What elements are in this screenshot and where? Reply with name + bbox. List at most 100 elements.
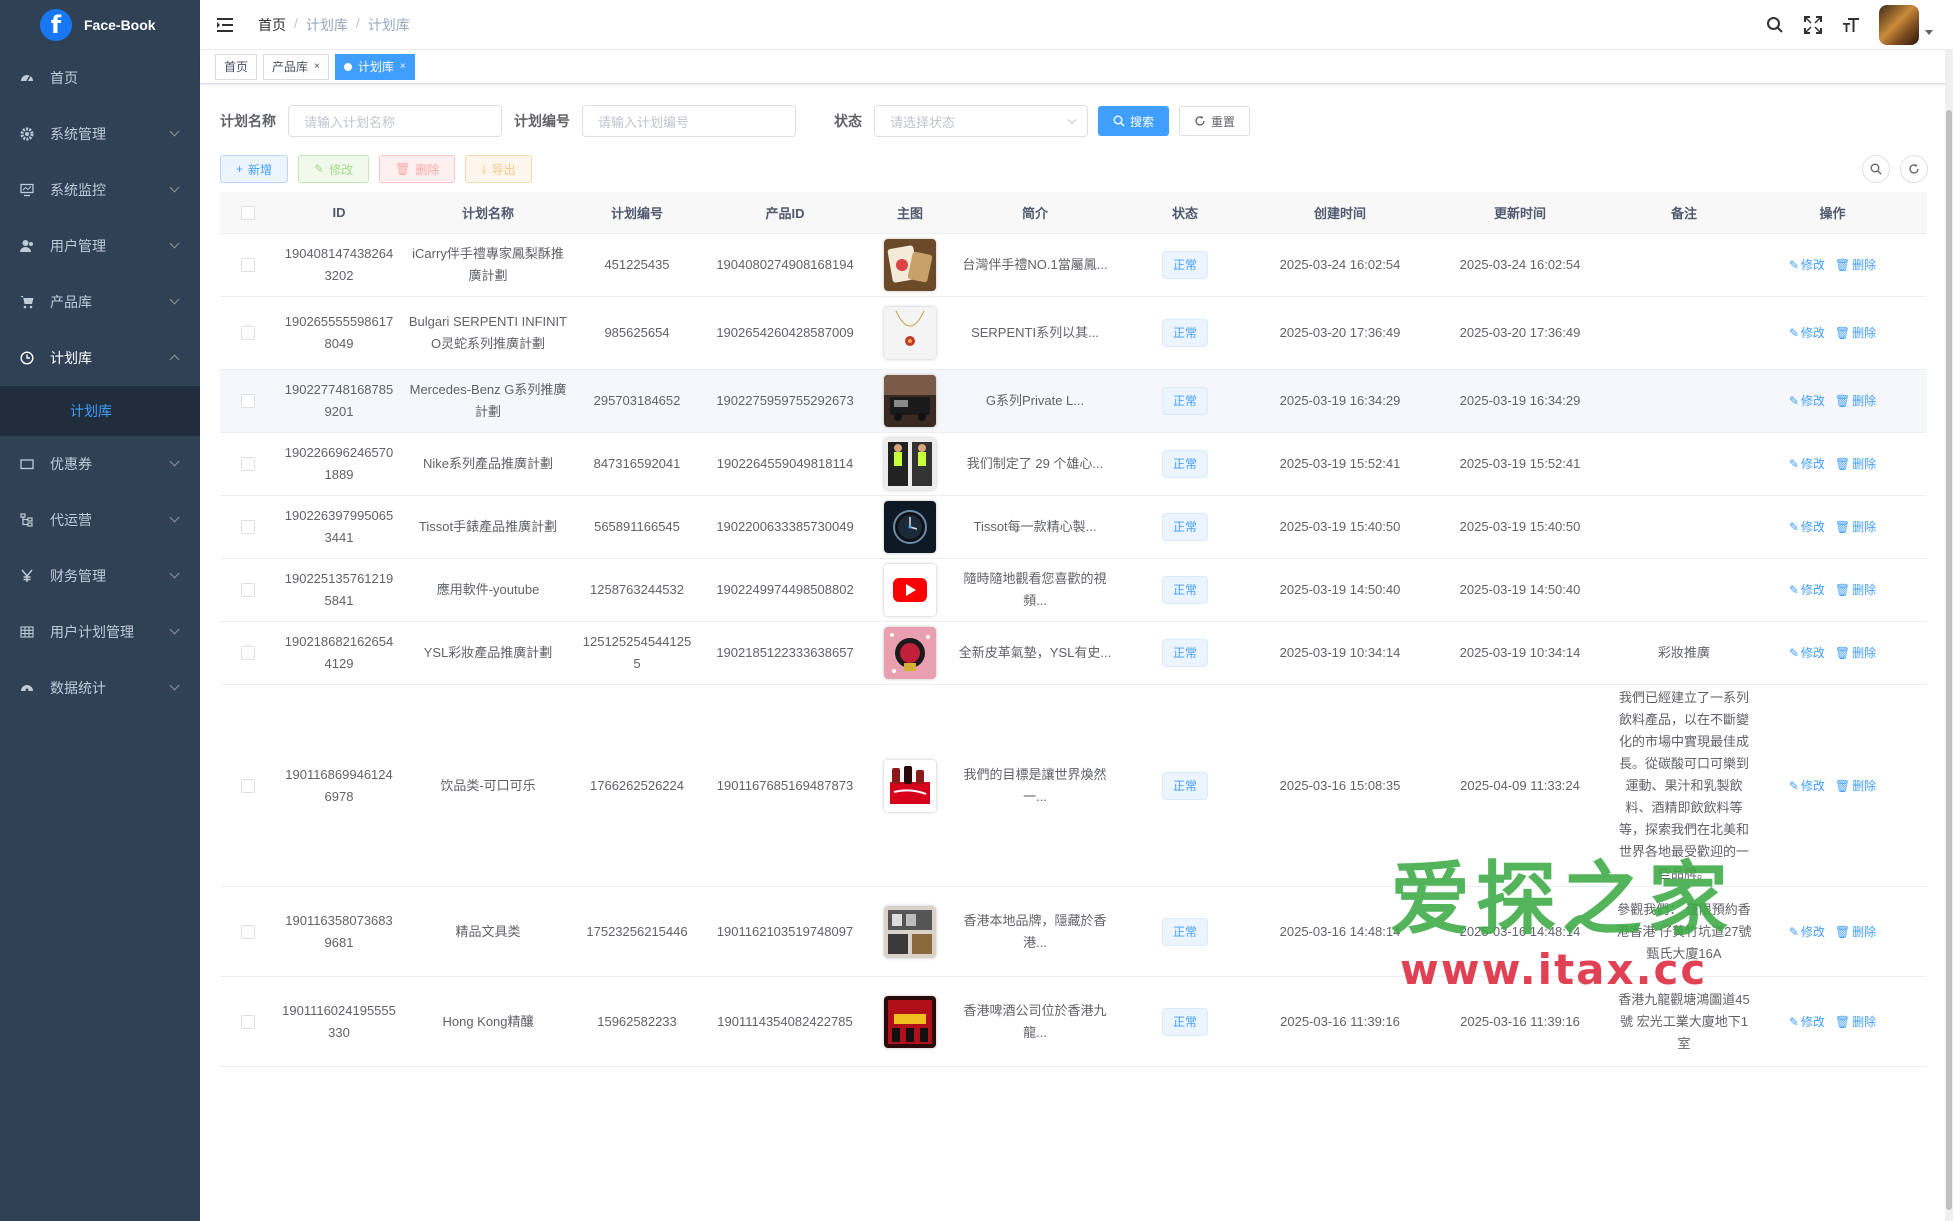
avatar[interactable]: [1879, 5, 1919, 45]
sidebar-item-10[interactable]: 数据统计: [0, 660, 200, 716]
table-row[interactable]: 1901163580736839681 精品文具类 17523256215446 19…: [220, 887, 1927, 977]
table-row[interactable]: 1902263979950653441 Tissot手錶產品推廣計劃 5658911…: [220, 496, 1927, 559]
table-row[interactable]: 1902186821626544129 YSL彩妝產品推廣計劃 1251252545…: [220, 622, 1927, 685]
row-delete-link[interactable]: 🗑 删除: [1835, 453, 1876, 475]
row-delete-link[interactable]: 🗑 删除: [1835, 642, 1876, 664]
row-delete-link[interactable]: 🗑 删除: [1835, 322, 1876, 344]
col-ops[interactable]: 操作: [1758, 203, 1907, 222]
row-edit-link[interactable]: ✎ 修改: [1789, 453, 1825, 475]
plan-name-input[interactable]: 请输入计划名称: [288, 105, 502, 137]
font-size-icon[interactable]: [1841, 15, 1861, 35]
col-id[interactable]: ID: [276, 205, 402, 220]
row-delete-link[interactable]: 🗑 删除: [1835, 775, 1876, 797]
product-thumbnail[interactable]: [884, 564, 936, 616]
scrollbar-thumb[interactable]: [1946, 110, 1952, 1210]
status-select[interactable]: 请选择状态: [874, 105, 1088, 137]
row-checkbox[interactable]: [241, 778, 255, 793]
col-name[interactable]: 计划名称: [402, 203, 574, 222]
row-delete-link[interactable]: 🗑 删除: [1835, 254, 1876, 276]
sidebar-item-2[interactable]: 系统监控: [0, 162, 200, 218]
fullscreen-icon[interactable]: [1803, 15, 1823, 35]
row-checkbox[interactable]: [241, 1014, 255, 1029]
row-edit-link[interactable]: ✎ 修改: [1789, 1011, 1825, 1033]
row-edit-link[interactable]: ✎ 修改: [1789, 921, 1825, 943]
caret-down-icon[interactable]: [1925, 29, 1933, 35]
table-row[interactable]: 1901168699461246978 饮品类-可口可乐 1766262526224…: [220, 685, 1927, 887]
product-thumbnail[interactable]: [884, 995, 936, 1048]
select-all-checkbox[interactable]: [241, 205, 255, 220]
sidebar-item-5[interactable]: 计划库: [0, 330, 200, 386]
col-created[interactable]: 创建时间: [1250, 203, 1430, 222]
search-button[interactable]: 搜索: [1098, 106, 1170, 136]
row-edit-link[interactable]: ✎ 修改: [1789, 516, 1825, 538]
sidebar-item-4[interactable]: 产品库: [0, 274, 200, 330]
row-delete-link[interactable]: 🗑 删除: [1835, 921, 1876, 943]
sidebar-item-1[interactable]: 系统管理: [0, 106, 200, 162]
reset-button[interactable]: 重置: [1179, 106, 1251, 136]
product-thumbnail[interactable]: [884, 627, 936, 679]
tag-product-lib[interactable]: 产品库 ×: [263, 53, 329, 80]
tag-plan-lib[interactable]: 计划库 ×: [334, 53, 415, 80]
table-row[interactable]: 1902655555986178049 Bulgari SERPENTI INFI…: [220, 297, 1927, 370]
refresh-button[interactable]: [1900, 155, 1928, 183]
row-delete-link[interactable]: 🗑 删除: [1835, 516, 1876, 538]
row-delete-link[interactable]: 🗑 删除: [1835, 390, 1876, 412]
row-edit-link[interactable]: ✎ 修改: [1789, 775, 1825, 797]
col-intro[interactable]: 简介: [950, 203, 1120, 222]
row-checkbox[interactable]: [241, 457, 255, 471]
sidebar-item-8[interactable]: 财务管理: [0, 548, 200, 604]
breadcrumb-home[interactable]: 首页: [258, 15, 286, 35]
row-checkbox[interactable]: [241, 326, 255, 340]
app-logo[interactable]: f Face-Book: [0, 0, 200, 50]
col-remark[interactable]: 备注: [1610, 203, 1758, 222]
hamburger-icon[interactable]: [216, 16, 234, 34]
col-updated[interactable]: 更新时间: [1430, 203, 1610, 222]
product-thumbnail[interactable]: [884, 759, 936, 812]
sidebar-item-0[interactable]: 首页: [0, 50, 200, 106]
sidebar-item-3[interactable]: 用户管理: [0, 218, 200, 274]
toggle-search-button[interactable]: [1862, 155, 1890, 183]
col-product-id[interactable]: 产品ID: [700, 203, 870, 222]
row-checkbox[interactable]: [241, 394, 255, 408]
edit-button[interactable]: ✎ 修改: [298, 155, 370, 183]
table-row[interactable]: 1902277481687859201 Mercedes-Benz G系列推廣計劃…: [220, 370, 1927, 433]
close-icon[interactable]: ×: [314, 61, 320, 72]
table-row[interactable]: 1902266962465701889 Nike系列產品推廣計劃 847316592…: [220, 433, 1927, 496]
col-code[interactable]: 计划编号: [574, 203, 700, 222]
sidebar-item-6[interactable]: 优惠券: [0, 436, 200, 492]
row-edit-link[interactable]: ✎ 修改: [1789, 254, 1825, 276]
table-row[interactable]: 1901116024195555330 Hong Kong精釀 1596258223…: [220, 977, 1927, 1067]
row-edit-link[interactable]: ✎ 修改: [1789, 390, 1825, 412]
product-thumbnail[interactable]: [884, 239, 936, 291]
row-checkbox[interactable]: [241, 583, 255, 597]
row-edit-link[interactable]: ✎ 修改: [1789, 642, 1825, 664]
sidebar-item-9[interactable]: 用户计划管理: [0, 604, 200, 660]
table-row[interactable]: 1904081474382643202 iCarry伴手禮專家鳳梨酥推廣計劃 451…: [220, 234, 1927, 297]
row-edit-link[interactable]: ✎ 修改: [1789, 322, 1825, 344]
add-button[interactable]: + 新增: [220, 155, 289, 183]
plan-code-input[interactable]: 请输入计划编号: [582, 105, 796, 137]
submenu-item-plan-lib[interactable]: 计划库: [0, 386, 200, 436]
row-checkbox[interactable]: [241, 520, 255, 534]
row-delete-link[interactable]: 🗑 删除: [1835, 1011, 1876, 1033]
vertical-scrollbar[interactable]: [1945, 50, 1953, 1221]
product-thumbnail[interactable]: [884, 375, 936, 427]
row-checkbox[interactable]: [241, 646, 255, 660]
sidebar-item-7[interactable]: 代运营: [0, 492, 200, 548]
row-delete-link[interactable]: 🗑 删除: [1835, 579, 1876, 601]
table-row[interactable]: 1902251357612195841 應用軟件-youtube 125876324…: [220, 559, 1927, 622]
delete-button[interactable]: 🗑 删除: [379, 155, 456, 183]
row-edit-link[interactable]: ✎ 修改: [1789, 579, 1825, 601]
row-checkbox[interactable]: [241, 924, 255, 939]
export-button[interactable]: ⤓ 导出: [465, 155, 532, 183]
col-status[interactable]: 状态: [1120, 203, 1250, 222]
product-thumbnail[interactable]: [884, 438, 936, 490]
close-icon[interactable]: ×: [400, 61, 406, 72]
product-thumbnail[interactable]: [884, 905, 936, 958]
col-image[interactable]: 主图: [870, 203, 950, 222]
tag-home[interactable]: 首页: [215, 53, 258, 80]
product-thumbnail[interactable]: [884, 307, 936, 359]
search-icon[interactable]: [1765, 15, 1785, 35]
row-checkbox[interactable]: [241, 258, 255, 272]
product-thumbnail[interactable]: [884, 501, 936, 553]
